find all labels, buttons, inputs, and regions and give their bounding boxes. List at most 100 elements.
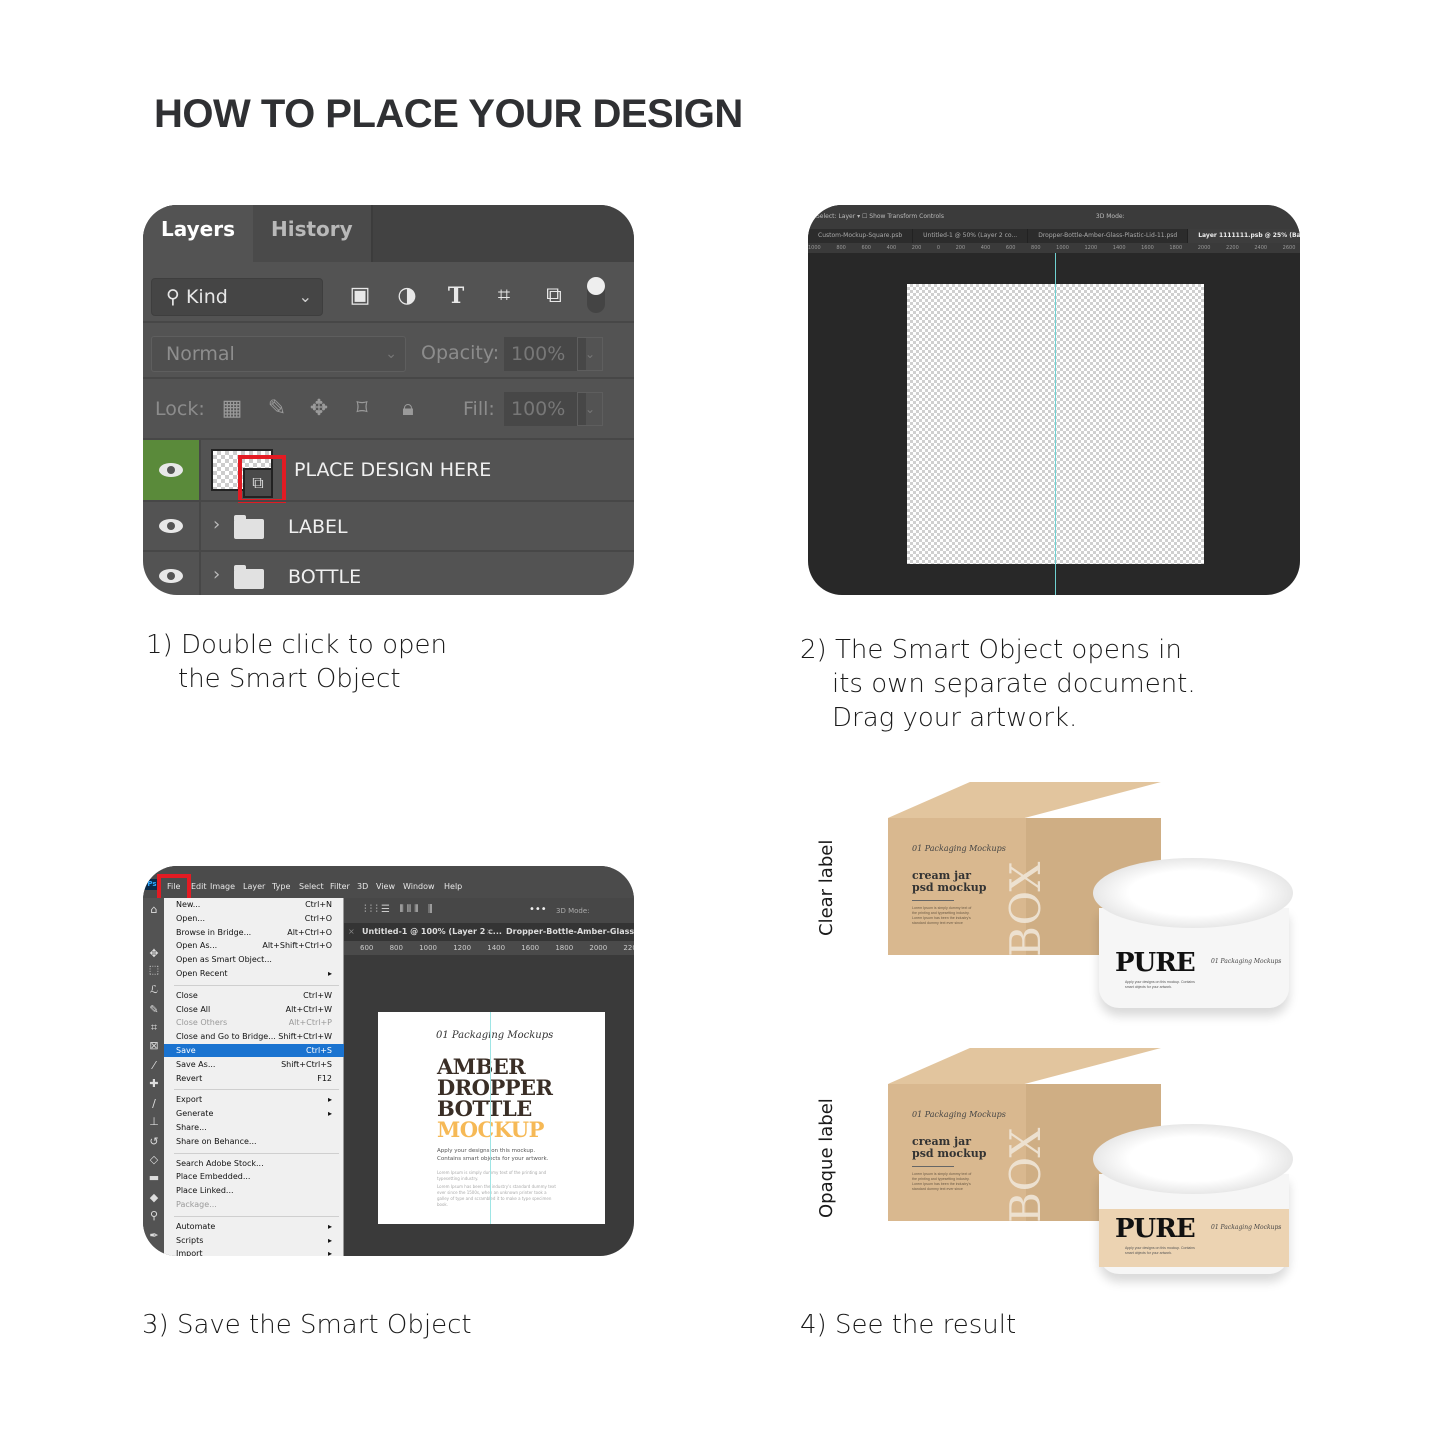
menu-item-close-and-go-to-bridge[interactable]: Close and Go to Bridge... Shift+Ctrl+W: [164, 1030, 344, 1043]
blend-mode-select[interactable]: Normal ⌄: [151, 336, 406, 372]
eraser-icon[interactable]: ◇: [147, 1154, 161, 1166]
pen-icon[interactable]: ✒: [147, 1230, 161, 1242]
menu-item-label: Save As...: [176, 1059, 216, 1069]
menu-item-place-embedded[interactable]: Place Embedded...: [164, 1170, 344, 1183]
menu-layer[interactable]: Layer: [243, 882, 265, 891]
fill-label: Fill:: [463, 398, 495, 420]
menu-item-new[interactable]: New... Ctrl+N: [164, 898, 344, 911]
brush-icon[interactable]: ∕: [147, 1098, 161, 1110]
doc-tab[interactable]: Dropper-Bottle-Amber-Glass-Plastic-Lid-1…: [1028, 229, 1189, 243]
eye-icon: [159, 519, 183, 533]
menu-item-open-as-smart-object[interactable]: Open as Smart Object...: [164, 953, 344, 966]
visibility-toggle[interactable]: [143, 440, 201, 500]
close-icon[interactable]: ×: [486, 927, 493, 936]
lock-all-icon[interactable]: 🔒︎: [394, 395, 422, 423]
menu-item-share[interactable]: Share...: [164, 1121, 344, 1134]
lock-transparent-icon[interactable]: ▦: [218, 395, 246, 423]
filter-kind-select[interactable]: ⚲ Kind ⌄: [151, 278, 323, 316]
menu-item-share-on-behance[interactable]: Share on Behance...: [164, 1135, 344, 1148]
menu-item-open[interactable]: Open... Ctrl+O: [164, 912, 344, 925]
shape-filter-icon[interactable]: ⌗: [489, 281, 519, 311]
menu-item-generate[interactable]: Generate ▸: [164, 1107, 344, 1120]
type-filter-icon[interactable]: T: [441, 281, 471, 311]
layer-row-place-design-here[interactable]: ⧉ PLACE DESIGN HERE: [143, 438, 634, 503]
image-filter-icon[interactable]: ▣: [345, 281, 375, 311]
gradient-icon[interactable]: ▬: [147, 1172, 161, 1184]
visibility-toggle[interactable]: [143, 552, 201, 595]
stamp-icon[interactable]: ⊥: [147, 1116, 161, 1128]
menu-window[interactable]: Window: [403, 882, 435, 891]
eye-icon: [159, 463, 183, 477]
dodge-icon[interactable]: ⚲: [147, 1210, 161, 1222]
blur-icon[interactable]: ◆: [147, 1192, 161, 1204]
lock-label: Lock:: [155, 398, 205, 420]
marquee-icon[interactable]: ⬚: [147, 964, 161, 976]
history-brush-icon[interactable]: ↺: [147, 1136, 161, 1148]
doc-tab[interactable]: Untitled-1 @ 100% (Layer 2 c...: [362, 927, 502, 936]
lock-position-icon[interactable]: ✥: [305, 395, 333, 423]
menu-item-close-all[interactable]: Close All Alt+Ctrl+W: [164, 1003, 344, 1016]
doc-tab-active[interactable]: Layer 1111111.psb @ 25% (Background Colo…: [1188, 229, 1300, 243]
document-canvas[interactable]: 01 Packaging Mockups AMBER DROPPER BOTTL…: [378, 1012, 605, 1224]
menu-select[interactable]: Select: [299, 882, 324, 891]
layer-row-label[interactable]: › LABEL: [143, 500, 634, 550]
fill-dropdown[interactable]: ⌄: [577, 392, 603, 426]
menu-help[interactable]: Help: [444, 882, 462, 891]
visibility-toggle[interactable]: [143, 502, 201, 550]
eyedropper-icon[interactable]: ⁄: [147, 1060, 161, 1072]
tab-layers[interactable]: Layers: [143, 205, 253, 262]
healing-icon[interactable]: ✚: [147, 1078, 161, 1090]
menu-item-label: Open Recent: [176, 969, 228, 978]
doc-tab[interactable]: Dropper-Bottle-Amber-Glass-1.psd: [506, 927, 634, 936]
menu-item-open-as[interactable]: Open As... Alt+Shift+Ctrl+O: [164, 939, 344, 952]
menu-item-close[interactable]: Close Ctrl+W: [164, 989, 344, 1002]
menu-item-scripts[interactable]: Scripts ▸: [164, 1234, 344, 1247]
menu-bar: Ps File Edit Image Layer Type Select Fil…: [143, 866, 634, 898]
jar-cream-top: [1093, 858, 1293, 928]
quick-select-icon[interactable]: ✎: [147, 1004, 161, 1016]
more-icon[interactable]: •••: [529, 904, 547, 915]
menu-filter[interactable]: Filter: [330, 882, 350, 891]
menu-item-search-adobe-stock[interactable]: Search Adobe Stock...: [164, 1157, 344, 1170]
menu-item-open-recent[interactable]: Open Recent ▸: [164, 967, 344, 980]
opacity-dropdown[interactable]: ⌄: [577, 337, 603, 371]
move-icon[interactable]: ✥: [147, 948, 161, 960]
smart-object-filter-icon[interactable]: ⧉: [539, 281, 569, 311]
menu-edit[interactable]: Edit: [191, 882, 207, 891]
opacity-field[interactable]: 100%: [504, 337, 586, 371]
menu-item-import[interactable]: Import ▸: [164, 1247, 344, 1256]
lasso-icon[interactable]: ℒ: [147, 984, 161, 996]
crop-icon[interactable]: ⌗: [147, 1022, 161, 1034]
close-icon[interactable]: ×: [348, 927, 355, 936]
lock-paint-icon[interactable]: ✎: [263, 395, 291, 423]
chevron-right-icon[interactable]: ›: [213, 564, 220, 585]
box-script: 01 Packaging Mockups: [912, 1110, 1006, 1119]
align-icons[interactable]: ⫶ ⫶ ⫶ ☰ ⫴ ⫴ ⫴ ⫼: [364, 904, 433, 915]
lock-artboard-icon[interactable]: ⌑: [348, 395, 376, 423]
menu-item-save[interactable]: Save Ctrl+S: [164, 1044, 344, 1057]
menu-view[interactable]: View: [376, 882, 395, 891]
frame-icon[interactable]: ⊠: [147, 1040, 161, 1052]
home-icon[interactable]: ⌂: [147, 904, 161, 916]
menu-item-label: Package...: [176, 1200, 217, 1209]
tab-history[interactable]: History: [253, 205, 373, 262]
document-tabs: Custom-Mockup-Square.psb Untitled-1 @ 50…: [808, 229, 1300, 243]
menu-item-place-linked[interactable]: Place Linked...: [164, 1184, 344, 1197]
menu-3d[interactable]: 3D: [357, 882, 368, 891]
menu-item-automate[interactable]: Automate ▸: [164, 1220, 344, 1233]
menu-item-shortcut: Ctrl+O: [304, 913, 332, 923]
menu-item-save-as[interactable]: Save As... Shift+Ctrl+S: [164, 1058, 344, 1071]
doc-tab[interactable]: Untitled-1 @ 50% (Layer 2 co...: [913, 229, 1029, 243]
menu-type[interactable]: Type: [272, 882, 290, 891]
adjustment-filter-icon[interactable]: ◑: [392, 281, 422, 311]
layer-row-bottle[interactable]: › BOTTLE: [143, 550, 634, 595]
doc-tab[interactable]: Custom-Mockup-Square.psb: [808, 229, 914, 243]
menu-item-revert[interactable]: Revert F12: [164, 1072, 344, 1085]
menu-item-export[interactable]: Export ▸: [164, 1093, 344, 1106]
chevron-right-icon[interactable]: ›: [213, 514, 220, 535]
filter-toggle[interactable]: [587, 277, 605, 313]
layers-panel-screenshot: Layers History ⚲ Kind ⌄ ▣ ◑ T ⌗ ⧉ Normal…: [143, 205, 634, 595]
menu-image[interactable]: Image: [210, 882, 235, 891]
fill-field[interactable]: 100%: [504, 392, 586, 426]
menu-item-browse-in-bridge[interactable]: Browse in Bridge... Alt+Ctrl+O: [164, 926, 344, 939]
